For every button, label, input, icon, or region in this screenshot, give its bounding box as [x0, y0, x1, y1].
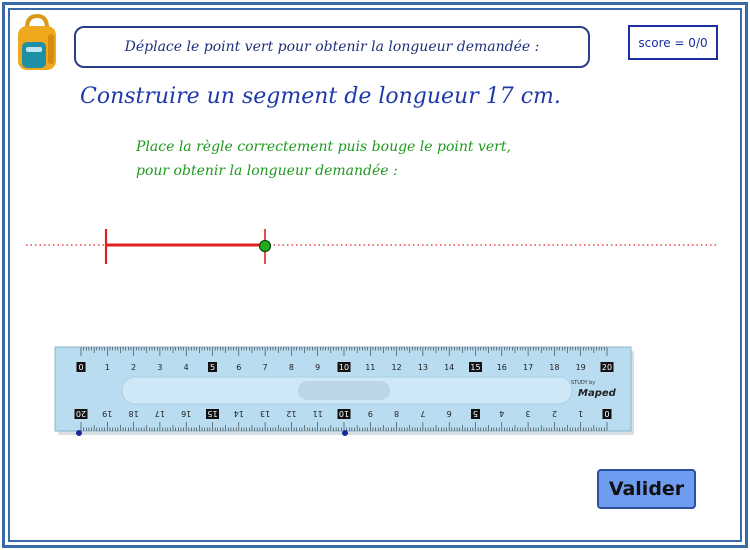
ruler-handle-right[interactable]	[342, 430, 348, 436]
ruler-number: 9	[368, 409, 373, 418]
ruler-number: 2	[552, 409, 557, 418]
ruler-number: 14	[234, 409, 244, 418]
ruler-number: 15	[470, 363, 480, 372]
ruler-number: 16	[497, 363, 507, 372]
ruler-number: 12	[286, 409, 296, 418]
ruler-number: 18	[549, 363, 559, 372]
ruler-number: 8	[394, 409, 399, 418]
ruler-number: 19	[576, 363, 586, 372]
ruler-number: 10	[339, 409, 349, 418]
ruler-number: 2	[131, 363, 136, 372]
geometry-canvas: 0 1 2 3 4 5 6 7 8 9 10 11 12 13 14 15 16 17 18 19 20 20 19 18 1…	[26, 229, 718, 436]
ruler-number: 9	[315, 363, 320, 372]
ruler-number: 17	[523, 363, 533, 372]
ruler-number: 15	[207, 409, 217, 418]
ruler-number: 18	[129, 409, 139, 418]
ruler-number: 11	[313, 409, 323, 418]
ruler-number: 14	[444, 363, 454, 372]
ruler-number: 4	[184, 363, 189, 372]
green-point[interactable]	[258, 239, 272, 253]
ruler-number: 0	[604, 409, 609, 418]
ruler-number: 3	[157, 363, 162, 372]
ruler-number: 7	[420, 409, 425, 418]
ruler-number: 1	[578, 409, 583, 418]
ruler-number: 5	[473, 409, 478, 418]
brand-label: Maped	[578, 388, 617, 399]
valider-button[interactable]: Valider	[597, 469, 696, 509]
ruler-number: 16	[181, 409, 191, 418]
ruler-number: 7	[263, 363, 268, 372]
ruler-bottom-numbers: 20 19 18 17 16 15 14 13 12 11 10 9 8 7 6 5 4 3 2 1 0	[74, 409, 612, 419]
ruler-number: 3	[526, 409, 531, 418]
ruler-number: 8	[289, 363, 294, 372]
ruler-number: 12	[392, 363, 402, 372]
brand-small-label: STUDY by	[571, 380, 595, 386]
ruler-number: 10	[339, 363, 349, 372]
ruler-handle-left[interactable]	[76, 430, 82, 436]
ruler-top-numbers: 0 1 2 3 4 5 6 7 8 9 10 11 12 13 14 15 16 17 18 19 20	[76, 362, 614, 372]
ruler-number: 6	[447, 409, 452, 418]
ruler-number: 20	[602, 363, 612, 372]
ruler-number: 5	[210, 363, 215, 372]
ruler-number: 6	[236, 363, 241, 372]
ruler-number: 1	[105, 363, 110, 372]
ruler-number: 4	[499, 409, 504, 418]
ruler-grip	[298, 381, 390, 400]
ruler-bottom-ticks	[80, 422, 608, 431]
ruler-top-ticks	[80, 347, 608, 356]
ruler-number: 0	[78, 363, 83, 372]
ruler-number: 11	[365, 363, 375, 372]
ruler-number: 19	[102, 409, 112, 418]
ruler-number: 13	[418, 363, 428, 372]
ruler-number: 17	[155, 409, 165, 418]
ruler-number: 13	[260, 409, 270, 418]
ruler[interactable]: 0 1 2 3 4 5 6 7 8 9 10 11 12 13 14 15 16 17 18 19 20 20 19 18 1…	[54, 346, 634, 435]
ruler-number: 20	[76, 409, 86, 418]
